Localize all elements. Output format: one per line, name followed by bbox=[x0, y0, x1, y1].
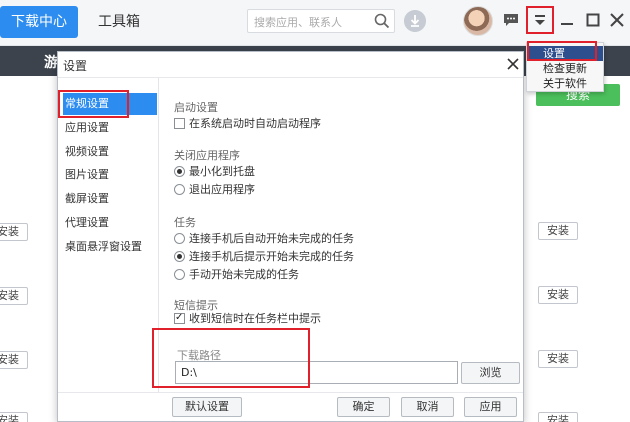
message-icon[interactable] bbox=[503, 13, 519, 27]
checkbox-autostart[interactable]: 在系统启动时自动启动程序 bbox=[174, 117, 321, 131]
avatar[interactable] bbox=[463, 6, 493, 36]
checkbox[interactable] bbox=[174, 311, 185, 325]
apply-button[interactable]: 应用 bbox=[464, 397, 517, 417]
install-button[interactable]: 安装 bbox=[0, 223, 28, 241]
radio-exit-app[interactable]: 退出应用程序 bbox=[174, 183, 255, 197]
settings-sidebar: 常规设置 应用设置 视频设置 图片设置 截屏设置 代理设置 桌面悬浮窗设置 bbox=[58, 78, 159, 392]
section-title-startup: 启动设置 bbox=[174, 101, 218, 114]
install-button[interactable]: 安装 bbox=[538, 222, 578, 240]
install-button[interactable]: 安装 bbox=[0, 287, 28, 305]
radio-label: 手动开始未完成的任务 bbox=[189, 268, 299, 281]
sidebar-item-screenshot[interactable]: 截屏设置 bbox=[63, 188, 157, 210]
dialog-footer: 默认设置 确定 取消 应用 bbox=[58, 392, 523, 421]
search-icon[interactable] bbox=[374, 13, 390, 29]
radio-button[interactable] bbox=[174, 233, 185, 244]
close-icon[interactable] bbox=[506, 57, 520, 71]
menu-dropdown-icon bbox=[535, 15, 545, 25]
install-button[interactable]: 安装 bbox=[538, 350, 578, 368]
install-button[interactable]: 安装 bbox=[0, 412, 28, 422]
minimize-icon[interactable] bbox=[560, 12, 574, 28]
section-title-close-app: 关闭应用程序 bbox=[174, 149, 240, 162]
main-menu-dropdown: 设置 检查更新 关于软件 bbox=[526, 42, 604, 92]
strip-text: 游 bbox=[44, 55, 58, 71]
sidebar-item-floating-window[interactable]: 桌面悬浮窗设置 bbox=[63, 236, 157, 258]
install-button[interactable]: 安装 bbox=[538, 412, 578, 422]
section-title-tasks: 任务 bbox=[174, 216, 196, 229]
search-box[interactable]: 搜索应用、联系人 bbox=[247, 9, 395, 33]
checkbox-label: 收到短信时在任务栏中提示 bbox=[189, 312, 321, 325]
sidebar-item-images[interactable]: 图片设置 bbox=[63, 164, 157, 186]
install-button[interactable]: 安装 bbox=[538, 286, 578, 304]
maximize-icon[interactable] bbox=[586, 13, 600, 27]
close-window-icon[interactable] bbox=[610, 13, 624, 27]
browse-button[interactable]: 浏览 bbox=[461, 362, 520, 384]
default-settings-button[interactable]: 默认设置 bbox=[172, 397, 242, 417]
radio-minimize-to-tray[interactable]: 最小化到托盘 bbox=[174, 165, 255, 179]
radio-label: 连接手机后提示开始未完成的任务 bbox=[189, 250, 354, 263]
radio-label: 最小化到托盘 bbox=[189, 165, 255, 178]
menu-item-check-update[interactable]: 检查更新 bbox=[527, 61, 603, 76]
download-icon[interactable] bbox=[404, 10, 426, 32]
radio-button[interactable] bbox=[174, 269, 185, 280]
checkbox-label: 在系统启动时自动启动程序 bbox=[189, 117, 321, 130]
tab-toolbox[interactable]: 工具箱 bbox=[98, 6, 140, 38]
menu-item-settings[interactable]: 设置 bbox=[527, 46, 603, 61]
radio-label: 退出应用程序 bbox=[189, 183, 255, 196]
checkbox-sms-taskbar[interactable]: 收到短信时在任务栏中提示 bbox=[174, 311, 321, 326]
radio-button[interactable] bbox=[174, 184, 185, 195]
radio-manual-tasks[interactable]: 手动开始未完成的任务 bbox=[174, 268, 299, 282]
sidebar-item-general[interactable]: 常规设置 bbox=[63, 93, 157, 115]
radio-button[interactable] bbox=[174, 251, 185, 262]
top-bar: 下载中心 工具箱 搜索应用、联系人 bbox=[0, 0, 630, 46]
sidebar-item-proxy[interactable]: 代理设置 bbox=[63, 212, 157, 234]
dialog-title: 设置 bbox=[63, 59, 88, 73]
radio-auto-start-tasks[interactable]: 连接手机后自动开始未完成的任务 bbox=[174, 232, 354, 246]
main-menu-button[interactable] bbox=[526, 6, 554, 34]
sidebar-item-apps[interactable]: 应用设置 bbox=[63, 117, 157, 139]
checkbox[interactable] bbox=[174, 118, 185, 129]
dialog-titlebar: 设置 bbox=[58, 52, 523, 78]
menu-item-about[interactable]: 关于软件 bbox=[527, 76, 603, 91]
settings-content: 启动设置 在系统启动时自动启动程序 关闭应用程序 最小化到托盘 退出应用程序 任… bbox=[159, 78, 523, 392]
cancel-button[interactable]: 取消 bbox=[401, 397, 454, 417]
radio-label: 连接手机后自动开始未完成的任务 bbox=[189, 232, 354, 245]
ok-button[interactable]: 确定 bbox=[337, 397, 390, 417]
radio-button[interactable] bbox=[174, 166, 185, 177]
tab-download-center[interactable]: 下载中心 bbox=[0, 6, 78, 38]
app-window: 下载中心 工具箱 搜索应用、联系人 游 搜索 安装 安装 安装 安装 安装 安装… bbox=[0, 0, 630, 422]
search-placeholder: 搜索应用、联系人 bbox=[254, 16, 342, 29]
settings-dialog: 设置 常规设置 应用设置 视频设置 图片设置 截屏设置 代理设置 桌面悬浮窗设置… bbox=[57, 51, 524, 422]
download-path-input[interactable]: D:\ bbox=[175, 361, 458, 384]
sidebar-item-video[interactable]: 视频设置 bbox=[63, 141, 157, 163]
install-button[interactable]: 安装 bbox=[0, 351, 28, 369]
radio-prompt-tasks[interactable]: 连接手机后提示开始未完成的任务 bbox=[174, 250, 354, 264]
